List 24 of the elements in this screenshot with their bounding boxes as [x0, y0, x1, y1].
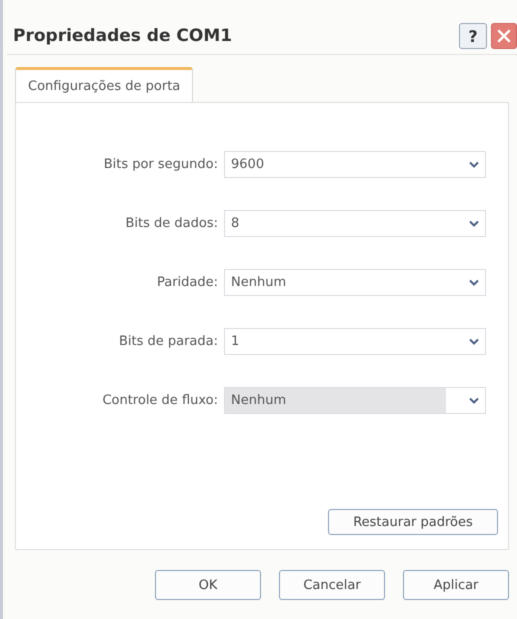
window-title: Propriedades de COM1 — [13, 26, 232, 46]
chevron-down-icon — [469, 397, 479, 404]
chevron-down-icon — [469, 161, 479, 168]
help-button[interactable]: ? — [459, 23, 487, 49]
close-button[interactable] — [491, 23, 517, 49]
tab[interactable]: Configurações de porta — [15, 67, 194, 102]
field-label: Paridade: — [156, 275, 219, 290]
dialog-button[interactable]: Aplicar — [403, 570, 509, 600]
dropdown[interactable]: Nenhum — [224, 387, 486, 414]
chevron-down-icon — [469, 338, 479, 345]
dropdown[interactable]: 8 — [224, 210, 486, 237]
close-icon — [497, 29, 511, 43]
dropdown[interactable]: 1 — [224, 328, 486, 355]
dialog-button[interactable]: Cancelar — [279, 570, 385, 600]
dropdown[interactable]: Nenhum — [224, 269, 486, 296]
field-label: Controle de fluxo: — [101, 393, 219, 408]
chevron-down-icon — [469, 220, 479, 227]
restore-defaults-button[interactable]: Restaurar padrões — [328, 509, 498, 535]
dropdown[interactable]: 9600 — [224, 151, 486, 178]
field-label: Bits de dados: — [124, 216, 219, 231]
dialog-button[interactable]: OK — [155, 570, 261, 600]
field-label: Bits por segundo: — [102, 157, 219, 172]
chevron-down-icon — [469, 279, 479, 286]
field-label: Bits de parada: — [118, 334, 219, 349]
